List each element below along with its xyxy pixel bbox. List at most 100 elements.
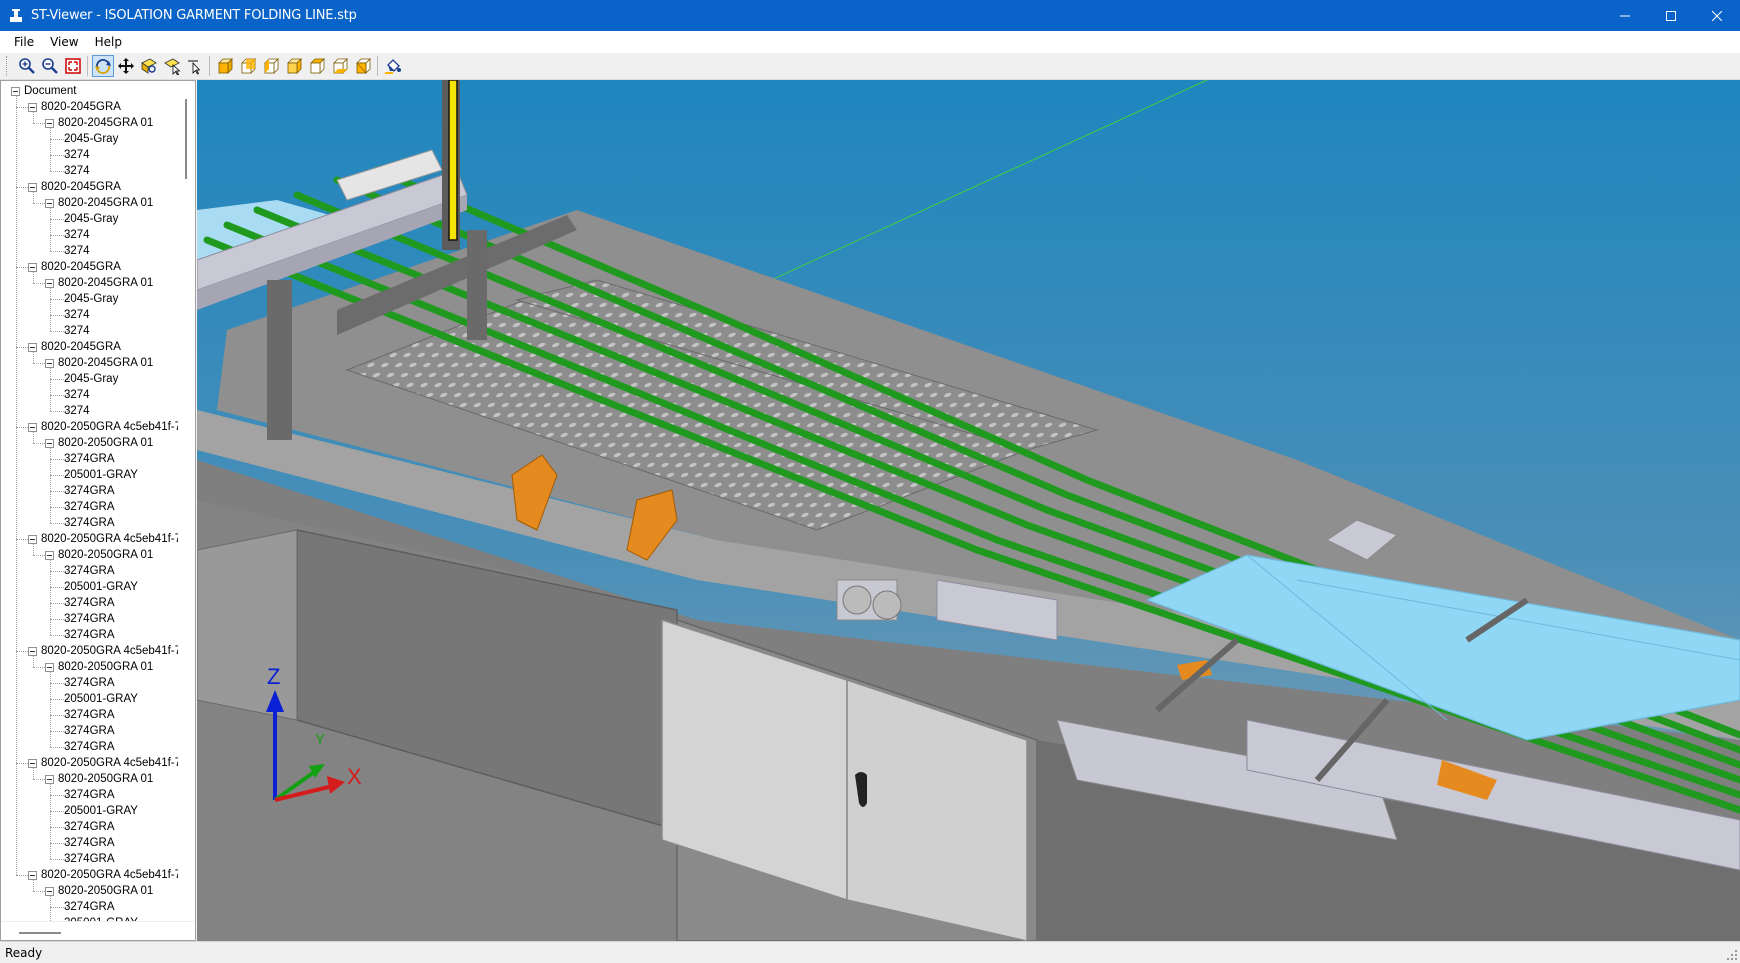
pan-button[interactable] (115, 55, 137, 77)
tree-item[interactable]: 8020-2050GRA 01 (1, 547, 179, 563)
tree-item[interactable]: 3274GRA (1, 675, 179, 691)
3d-model-render[interactable]: Z Y X (197, 80, 1740, 941)
tree-item[interactable]: 3274GRA (1, 611, 179, 627)
tree-item[interactable]: 8020-2050GRA 4c5eb41f-7 (1, 867, 179, 883)
tree-item[interactable]: 3274GRA (1, 899, 179, 915)
view-iso-button[interactable] (352, 55, 374, 77)
tree-collapse-toggle-icon[interactable] (45, 199, 54, 208)
view-front-button[interactable] (214, 55, 236, 77)
tree-collapse-toggle-icon[interactable] (28, 263, 37, 272)
tree-item[interactable]: 8020-2050GRA 01 (1, 659, 179, 675)
rotate-button[interactable] (91, 55, 114, 77)
tree-item[interactable]: 3274GRA (1, 723, 179, 739)
tree-item[interactable]: 3274 (1, 403, 179, 419)
tree-collapse-toggle-icon[interactable] (28, 183, 37, 192)
zoom-fit-button[interactable] (62, 55, 84, 77)
tree-item[interactable]: 3274GRA (1, 819, 179, 835)
tree-item[interactable]: 205001-GRAY (1, 579, 179, 595)
tree-item[interactable]: 3274 (1, 147, 179, 163)
tree-collapse-toggle-icon[interactable] (28, 759, 37, 768)
tree-item[interactable]: 3274GRA (1, 595, 179, 611)
tree-collapse-toggle-icon[interactable] (45, 775, 54, 784)
tree-item[interactable]: 8020-2045GRA 01 (1, 275, 179, 291)
tree-item[interactable]: 8020-2050GRA 01 (1, 771, 179, 787)
tree-item[interactable]: 3274GRA (1, 515, 179, 531)
menu-help[interactable]: Help (87, 33, 130, 51)
tree-collapse-toggle-icon[interactable] (45, 279, 54, 288)
tree-collapse-toggle-icon[interactable] (45, 439, 54, 448)
view-back-button[interactable] (237, 55, 259, 77)
tree-item[interactable]: 3274 (1, 307, 179, 323)
select-button[interactable] (161, 55, 183, 77)
tree-item[interactable]: 205001-GRAY (1, 467, 179, 483)
tree-item[interactable]: 2045-Gray (1, 291, 179, 307)
tree-collapse-toggle-icon[interactable] (11, 87, 20, 96)
3d-viewport[interactable]: Z Y X (197, 80, 1740, 941)
tree-item[interactable]: 3274GRA (1, 627, 179, 643)
tree-item[interactable]: 2045-Gray (1, 371, 179, 387)
tree-collapse-toggle-icon[interactable] (45, 663, 54, 672)
tree-vertical-scroll-thumb[interactable] (185, 99, 187, 179)
tree-horizontal-scroll-thumb[interactable] (19, 932, 61, 934)
tree-item[interactable]: Document (1, 83, 179, 99)
tree-item[interactable]: 3274 (1, 387, 179, 403)
close-button[interactable] (1694, 0, 1740, 31)
tree-collapse-toggle-icon[interactable] (45, 359, 54, 368)
tree-item[interactable]: 8020-2045GRA 01 (1, 355, 179, 371)
tree-collapse-toggle-icon[interactable] (28, 647, 37, 656)
tree-item[interactable]: 8020-2050GRA 4c5eb41f-7 (1, 531, 179, 547)
view-top-button[interactable] (306, 55, 328, 77)
tree-item[interactable]: 3274GRA (1, 563, 179, 579)
tree-item[interactable]: 2045-Gray (1, 211, 179, 227)
tree-item[interactable]: 3274GRA (1, 787, 179, 803)
zoom-window-button[interactable] (138, 55, 160, 77)
tree-item[interactable]: 3274 (1, 227, 179, 243)
tree-item[interactable]: 3274GRA (1, 499, 179, 515)
model-tree[interactable]: Document 8020-2045GRA 8020-2045GRA 01 2045-… (1, 81, 179, 921)
tree-item[interactable]: 8020-2050GRA 4c5eb41f-7 (1, 643, 179, 659)
tree-item[interactable]: 3274GRA (1, 483, 179, 499)
tree-item[interactable]: 8020-2045GRA (1, 179, 179, 195)
tree-item[interactable]: 3274GRA (1, 835, 179, 851)
tree-collapse-toggle-icon[interactable] (45, 887, 54, 896)
toolbar-grip[interactable] (6, 56, 9, 76)
tree-item[interactable]: 8020-2045GRA (1, 99, 179, 115)
tree-collapse-toggle-icon[interactable] (45, 119, 54, 128)
view-bottom-button[interactable] (329, 55, 351, 77)
tree-item[interactable]: 3274GRA (1, 851, 179, 867)
view-left-button[interactable] (260, 55, 282, 77)
zoom-in-button[interactable] (16, 55, 38, 77)
tree-item[interactable]: 8020-2045GRA (1, 259, 179, 275)
tree-item[interactable]: 3274 (1, 243, 179, 259)
tree-item[interactable]: 8020-2045GRA (1, 339, 179, 355)
tree-item[interactable]: 8020-2050GRA 4c5eb41f-7 (1, 755, 179, 771)
tree-item[interactable]: 8020-2045GRA 01 (1, 115, 179, 131)
tree-collapse-toggle-icon[interactable] (28, 871, 37, 880)
tree-item[interactable]: 3274 (1, 163, 179, 179)
tree-item[interactable]: 3274GRA (1, 739, 179, 755)
menu-file[interactable]: File (6, 33, 42, 51)
tree-item[interactable]: 2045-Gray (1, 131, 179, 147)
tree-item[interactable]: 3274GRA (1, 451, 179, 467)
tree-item[interactable]: 205001-GRAY (1, 691, 179, 707)
tree-item[interactable]: 8020-2050GRA 01 (1, 435, 179, 451)
minimize-button[interactable] (1602, 0, 1648, 31)
tree-collapse-toggle-icon[interactable] (28, 535, 37, 544)
tree-horizontal-scrollbar[interactable] (1, 921, 195, 940)
menu-view[interactable]: View (42, 33, 86, 51)
tree-item[interactable]: 8020-2045GRA 01 (1, 195, 179, 211)
paint-bucket-button[interactable] (382, 55, 404, 77)
tree-collapse-toggle-icon[interactable] (45, 551, 54, 560)
tree-vertical-scrollbar[interactable] (178, 81, 195, 921)
maximize-button[interactable] (1648, 0, 1694, 31)
tree-item[interactable]: 3274 (1, 323, 179, 339)
tree-collapse-toggle-icon[interactable] (28, 343, 37, 352)
tree-item[interactable]: 205001-GRAY (1, 803, 179, 819)
select-edge-button[interactable] (184, 55, 206, 77)
tree-item[interactable]: 3274GRA (1, 707, 179, 723)
zoom-out-button[interactable] (39, 55, 61, 77)
tree-collapse-toggle-icon[interactable] (28, 103, 37, 112)
tree-collapse-toggle-icon[interactable] (28, 423, 37, 432)
tree-item[interactable]: 8020-2050GRA 4c5eb41f-7 (1, 419, 179, 435)
view-right-button[interactable] (283, 55, 305, 77)
